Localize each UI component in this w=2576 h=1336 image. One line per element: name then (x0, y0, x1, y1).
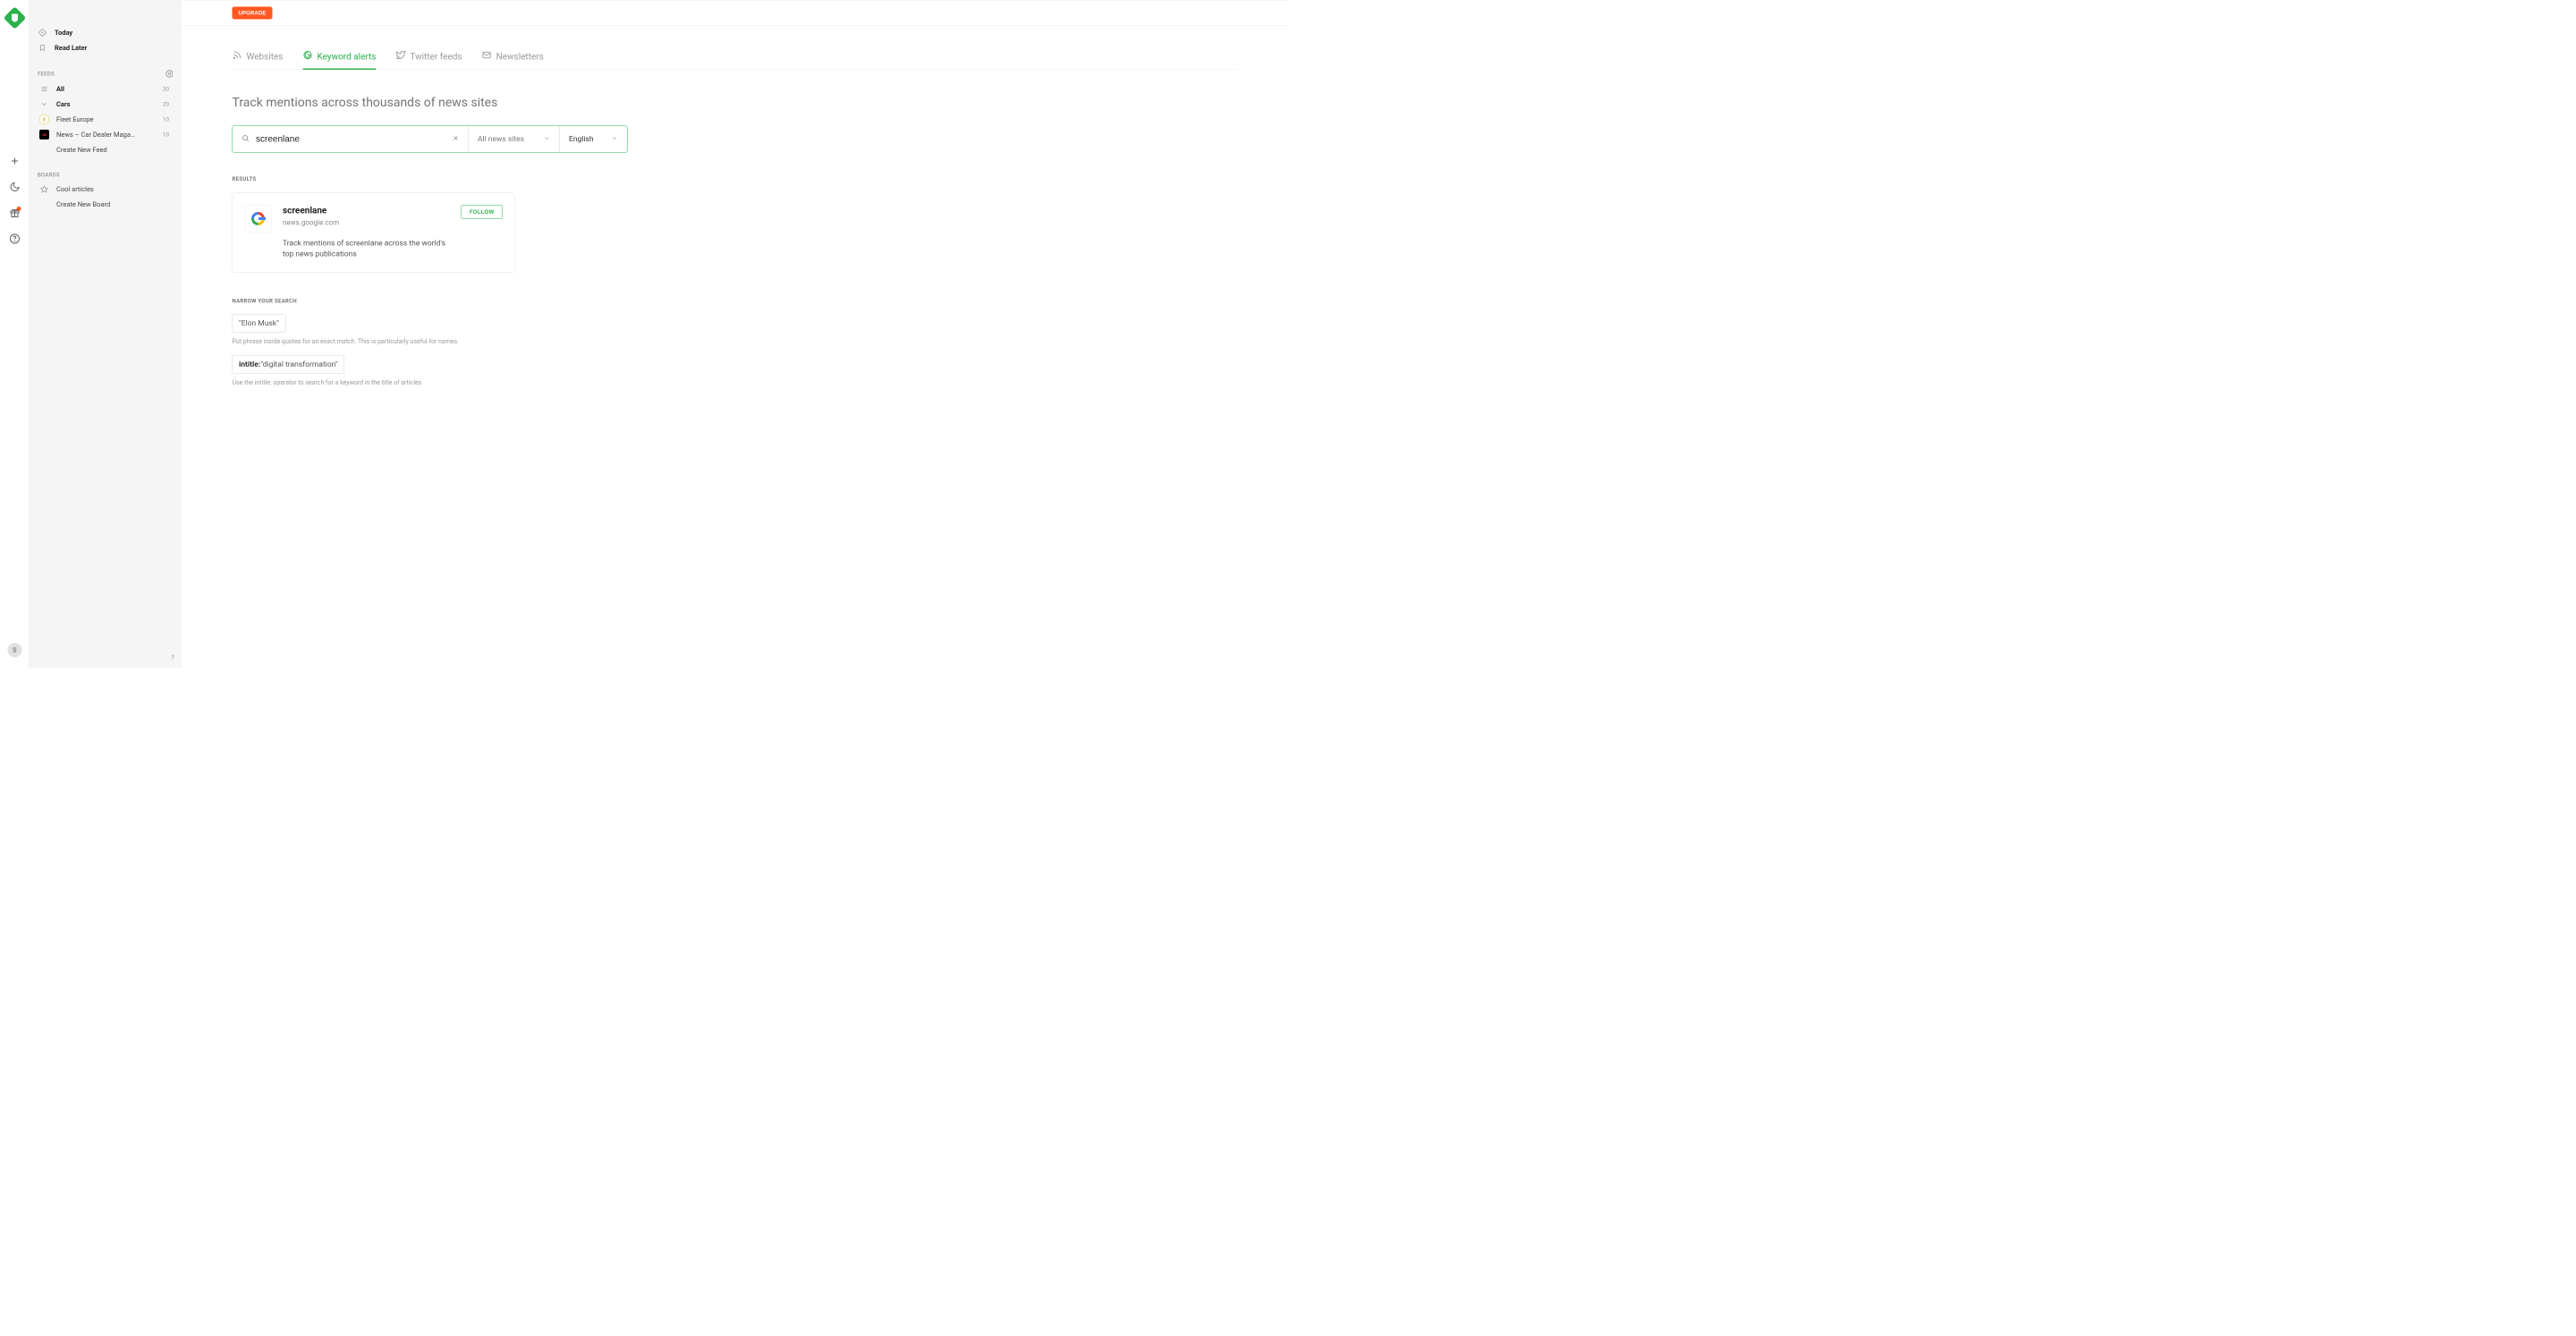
tab-label: Websites (247, 51, 284, 62)
search-icon (242, 134, 250, 144)
main-content: UPGRADE Websites Keyword alerts (182, 0, 1288, 668)
today-icon (38, 29, 47, 37)
sidebar-item-count: 10 (163, 116, 174, 123)
list-icon (39, 85, 49, 93)
suggestion-hint: Put phrase inside quotes for an exact ma… (233, 338, 546, 345)
language-select[interactable]: English (560, 126, 627, 152)
gift-icon[interactable] (9, 207, 20, 218)
follow-button[interactable]: FOLLOW (462, 205, 503, 219)
suggestion-intitle[interactable]: intitle:"digital transformation" (233, 355, 345, 374)
top-bar: UPGRADE (182, 0, 1288, 26)
avatar-initial: S (7, 643, 21, 657)
result-description: Track mentions of screenlane across the … (283, 239, 453, 260)
sidebar-item-label: All (56, 85, 156, 93)
sidebar-item-label: Cars (56, 100, 156, 108)
sidebar-boards-header: BOARDS (30, 172, 182, 178)
sidebar-item-all[interactable]: All 20 (30, 81, 182, 97)
google-icon (251, 212, 265, 225)
sidebar-item-label: Create New Board (56, 200, 174, 208)
sidebar-item-label: News – Car Dealer Maga… (56, 131, 156, 139)
keyword-search-row: All news sites English (233, 126, 628, 153)
narrow-label: NARROW YOUR SEARCH (233, 298, 1238, 304)
gear-icon[interactable] (165, 70, 174, 78)
result-title: screenlane (283, 205, 339, 216)
sidebar-feed-fleet-europe[interactable]: E Fleet Europe 10 (30, 112, 182, 127)
rss-icon (233, 50, 242, 63)
sidebar-item-label: Read Later (55, 44, 174, 52)
sidebar-section-label: FEEDS (38, 71, 55, 77)
suggestion-hint: Use the intitle: operator to search for … (233, 379, 546, 386)
sidebar-item-read-later[interactable]: Read Later (30, 40, 182, 55)
pin-icon[interactable] (168, 653, 175, 662)
moon-icon[interactable] (9, 182, 20, 192)
star-icon (39, 185, 49, 193)
sidebar-item-label: Create New Feed (56, 146, 174, 154)
gift-badge-dot (16, 207, 21, 211)
sidebar-feeds-header: FEEDS (30, 70, 182, 78)
chevron-down-icon (544, 134, 551, 144)
feed-favicon: CD (39, 130, 49, 140)
source-select[interactable]: All news sites (469, 126, 560, 152)
suggestion-prefix: intitle: (239, 359, 260, 368)
sidebar-item-label: Today (55, 29, 174, 37)
tab-label: Twitter feeds (410, 51, 462, 62)
feedly-logo[interactable] (4, 6, 26, 29)
results-label: RESULTS (233, 176, 1238, 182)
sidebar-board-cool-articles[interactable]: Cool articles (30, 182, 182, 197)
sidebar-item-count: 20 (163, 101, 174, 108)
mail-icon (482, 50, 492, 63)
clear-icon[interactable] (453, 135, 460, 144)
select-value: English (569, 135, 594, 144)
sidebar-section-label: BOARDS (38, 172, 60, 178)
tab-label: Keyword alerts (317, 51, 376, 62)
source-type-tabs: Websites Keyword alerts Twitter feeds (233, 47, 1238, 70)
page-heading: Track mentions across thousands of news … (233, 95, 1238, 110)
bookmark-icon (38, 44, 47, 52)
upgrade-button[interactable]: UPGRADE (233, 7, 273, 20)
feed-favicon: E (39, 114, 49, 124)
result-card: screenlane news.google.com FOLLOW Track … (233, 193, 515, 273)
keyword-search-input[interactable] (256, 134, 446, 145)
tab-websites[interactable]: Websites (233, 47, 284, 70)
sidebar-item-label: Fleet Europe (56, 115, 156, 123)
suggestion-exact-match[interactable]: "Elon Musk" (233, 314, 286, 333)
help-icon[interactable] (9, 233, 20, 244)
sidebar-feed-car-dealer[interactable]: CD News – Car Dealer Maga… 10 (30, 127, 182, 142)
suggestion-rest: "digital transformation" (260, 359, 337, 368)
tab-newsletters[interactable]: Newsletters (482, 47, 544, 70)
result-domain: news.google.com (283, 218, 339, 227)
avatar[interactable]: S (7, 643, 21, 657)
tab-label: Newsletters (496, 51, 544, 62)
sidebar-item-cars[interactable]: Cars 20 (30, 97, 182, 112)
tab-twitter-feeds[interactable]: Twitter feeds (395, 47, 462, 70)
result-thumb (244, 205, 272, 233)
sidebar-create-feed[interactable]: Create New Feed (30, 142, 182, 157)
tab-keyword-alerts[interactable]: Keyword alerts (302, 47, 376, 70)
icon-rail: S (0, 0, 30, 668)
twitter-icon (395, 50, 405, 63)
chevron-down-icon (611, 134, 618, 144)
sidebar-item-count: 20 (163, 86, 174, 93)
sidebar-item-label: Cool articles (56, 185, 174, 193)
chevron-down-icon[interactable] (39, 100, 49, 108)
sidebar-item-today[interactable]: Today (30, 25, 182, 40)
keyword-icon (302, 50, 312, 63)
select-value: All news sites (478, 135, 524, 144)
add-icon[interactable] (9, 156, 20, 166)
sidebar: Today Read Later FEEDS All 20 Cars (30, 0, 182, 668)
sidebar-item-count: 10 (163, 131, 174, 139)
sidebar-create-board[interactable]: Create New Board (30, 197, 182, 212)
